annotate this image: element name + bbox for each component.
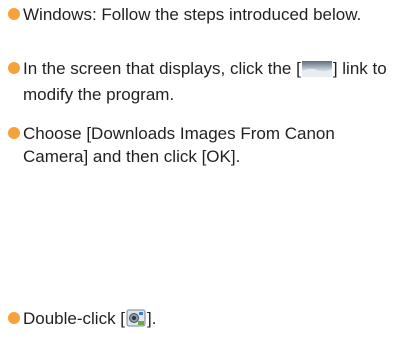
bullet-item: Windows: Follow the steps introduced bel…	[8, 3, 388, 26]
bullet-item: Choose [Downloads Images From Canon Came…	[8, 122, 398, 168]
bullet-dot	[8, 127, 20, 139]
item-text: Double-click [ ].	[8, 307, 388, 333]
item-text: Windows: Follow the steps introduced bel…	[23, 5, 362, 24]
bullet-dot	[8, 8, 20, 20]
item-text: Choose [Downloads Images From Canon Came…	[23, 124, 335, 166]
bullet-item: In the screen that displays, click the […	[8, 57, 398, 106]
program-link-icon	[301, 60, 332, 83]
item-text: In the screen that displays, click the […	[8, 57, 398, 106]
item-text-before: Double-click [	[23, 309, 126, 328]
item-text-after: ].	[147, 309, 157, 328]
bullet-dot	[8, 312, 20, 324]
camera-app-icon	[126, 309, 146, 333]
bullet-item: Double-click [ ].	[8, 307, 388, 333]
bullet-dot	[8, 62, 20, 74]
item-text-before: In the screen that displays, click the [	[23, 59, 301, 78]
